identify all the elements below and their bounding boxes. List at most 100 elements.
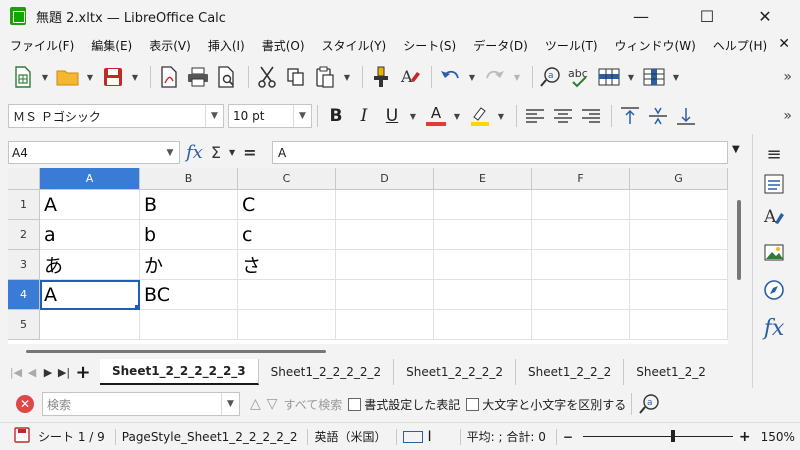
menu-view[interactable]: 表示(V): [149, 37, 191, 54]
paste-dropdown-icon[interactable]: ▼: [341, 63, 353, 91]
find-input[interactable]: 検索 ▼: [42, 392, 240, 416]
spelling-icon[interactable]: abc: [567, 63, 593, 91]
horizontal-scrollbar[interactable]: [8, 344, 728, 358]
add-sheet-button[interactable]: +: [72, 362, 94, 383]
italic-button[interactable]: I: [351, 102, 377, 130]
font-color-button[interactable]: A: [423, 102, 449, 130]
sheet-tab[interactable]: Sheet1_2_2_2: [516, 359, 625, 385]
chevron-down-icon[interactable]: ▼: [205, 105, 223, 127]
menu-sheet[interactable]: シート(S): [403, 37, 456, 54]
chevron-down-icon[interactable]: ▼: [221, 393, 239, 415]
column-header-e[interactable]: E: [434, 168, 532, 190]
language[interactable]: 英語（米国）: [314, 428, 386, 445]
row-header-3[interactable]: 3: [8, 250, 40, 280]
document-modified-icon[interactable]: [14, 427, 30, 446]
spreadsheet-grid[interactable]: A B C D E F G 1 A B C 2 a b c 3 あかさ 4 A BC 5: [8, 168, 728, 344]
expand-formula-bar-icon[interactable]: ▼: [732, 144, 740, 155]
formatted-display-checkbox[interactable]: 書式設定した表記: [348, 396, 460, 413]
formula-equals-icon[interactable]: =: [243, 143, 256, 162]
row-header-2[interactable]: 2: [8, 220, 40, 250]
cell-e3[interactable]: [434, 250, 532, 280]
find-previous-icon[interactable]: △: [250, 396, 261, 412]
menu-insert[interactable]: 挿入(I): [208, 37, 245, 54]
row-dropdown-icon[interactable]: ▼: [625, 63, 637, 91]
cell-d4[interactable]: [336, 280, 434, 310]
cell-b2[interactable]: b: [140, 220, 238, 250]
checkbox-box[interactable]: [466, 397, 480, 411]
styles-icon[interactable]: A: [759, 202, 789, 230]
sheet-tab[interactable]: Sheet1_2_2_2_2_2_3: [100, 359, 259, 385]
sidebar-menu-icon[interactable]: ≡: [759, 140, 789, 168]
column-header-d[interactable]: D: [336, 168, 434, 190]
page-style[interactable]: PageStyle_Sheet1_2_2_2_2_2: [122, 430, 298, 444]
row-header-5[interactable]: 5: [8, 310, 40, 340]
underline-button[interactable]: U: [379, 102, 405, 130]
toolbar-overflow-button[interactable]: »: [783, 69, 792, 85]
first-sheet-icon[interactable]: |◀: [8, 366, 24, 379]
cell-c3[interactable]: さ: [238, 250, 336, 280]
menu-format[interactable]: 書式(O): [262, 37, 305, 54]
cell-f2[interactable]: [532, 220, 630, 250]
column-dropdown-icon[interactable]: ▼: [670, 63, 682, 91]
row-header-4[interactable]: 4: [8, 280, 40, 310]
underline-dropdown-icon[interactable]: ▼: [407, 102, 419, 130]
cell-d5[interactable]: [336, 310, 434, 340]
cell-b4[interactable]: BC: [140, 280, 238, 310]
find-replace-dialog-icon[interactable]: a: [637, 390, 663, 418]
redo-icon[interactable]: [482, 63, 508, 91]
find-next-icon[interactable]: ▽: [267, 396, 278, 412]
cell-d1[interactable]: [336, 190, 434, 220]
column-header-b[interactable]: B: [140, 168, 238, 190]
cell-g3[interactable]: [630, 250, 728, 280]
properties-icon[interactable]: [759, 170, 789, 198]
new-document-icon[interactable]: [10, 63, 36, 91]
highlight-dropdown-icon[interactable]: ▼: [495, 102, 507, 130]
menu-window[interactable]: ウィンドウ(W): [615, 37, 696, 54]
close-document-button[interactable]: ✕: [778, 36, 790, 52]
cell-e4[interactable]: [434, 280, 532, 310]
sum-icon[interactable]: Σ: [211, 143, 221, 162]
menu-edit[interactable]: 編集(E): [91, 37, 132, 54]
cell-b5[interactable]: [140, 310, 238, 340]
menu-tools[interactable]: ツール(T): [545, 37, 598, 54]
cell-a5[interactable]: [40, 310, 140, 340]
cell-g1[interactable]: [630, 190, 728, 220]
gallery-icon[interactable]: [759, 238, 789, 266]
column-header-f[interactable]: F: [532, 168, 630, 190]
column-header-a[interactable]: A: [40, 168, 140, 190]
menu-file[interactable]: ファイル(F): [10, 37, 74, 54]
row-header-1[interactable]: 1: [8, 190, 40, 220]
formula-input[interactable]: A: [272, 141, 728, 164]
row-icon[interactable]: [596, 63, 622, 91]
cell-e5[interactable]: [434, 310, 532, 340]
paste-icon[interactable]: [312, 63, 338, 91]
next-sheet-icon[interactable]: ▶: [40, 366, 56, 379]
cell-g5[interactable]: [630, 310, 728, 340]
open-dropdown-icon[interactable]: ▼: [84, 63, 96, 91]
menu-data[interactable]: データ(D): [473, 37, 528, 54]
font-name-box[interactable]: ＭＳ Ｐゴシック ▼: [8, 104, 224, 128]
format-toolbar-overflow-button[interactable]: »: [783, 108, 792, 124]
open-folder-icon[interactable]: [55, 63, 81, 91]
function-wizard-icon[interactable]: fx: [186, 142, 203, 163]
column-icon[interactable]: [641, 63, 667, 91]
checkbox-box[interactable]: [348, 397, 362, 411]
font-color-dropdown-icon[interactable]: ▼: [451, 102, 463, 130]
chevron-down-icon[interactable]: ▼: [293, 105, 311, 127]
sheet-tab[interactable]: Sheet1_2_2: [624, 359, 718, 385]
copy-icon[interactable]: [283, 63, 309, 91]
redo-dropdown-icon[interactable]: ▼: [511, 63, 523, 91]
cell-a1[interactable]: A: [40, 190, 140, 220]
selection-mode-icon[interactable]: [403, 430, 424, 443]
zoom-level[interactable]: 150%: [761, 430, 795, 444]
insert-mode-icon[interactable]: I: [427, 429, 431, 445]
functions-icon[interactable]: fx: [759, 314, 789, 342]
select-all-corner[interactable]: [8, 168, 40, 190]
cell-g2[interactable]: [630, 220, 728, 250]
selection-summary[interactable]: 平均: ; 合計: 0: [467, 428, 546, 445]
clear-formatting-icon[interactable]: A: [397, 63, 423, 91]
cell-e1[interactable]: [434, 190, 532, 220]
name-box[interactable]: A4 ▼: [8, 141, 180, 164]
cell-f4[interactable]: [532, 280, 630, 310]
cell-f3[interactable]: [532, 250, 630, 280]
